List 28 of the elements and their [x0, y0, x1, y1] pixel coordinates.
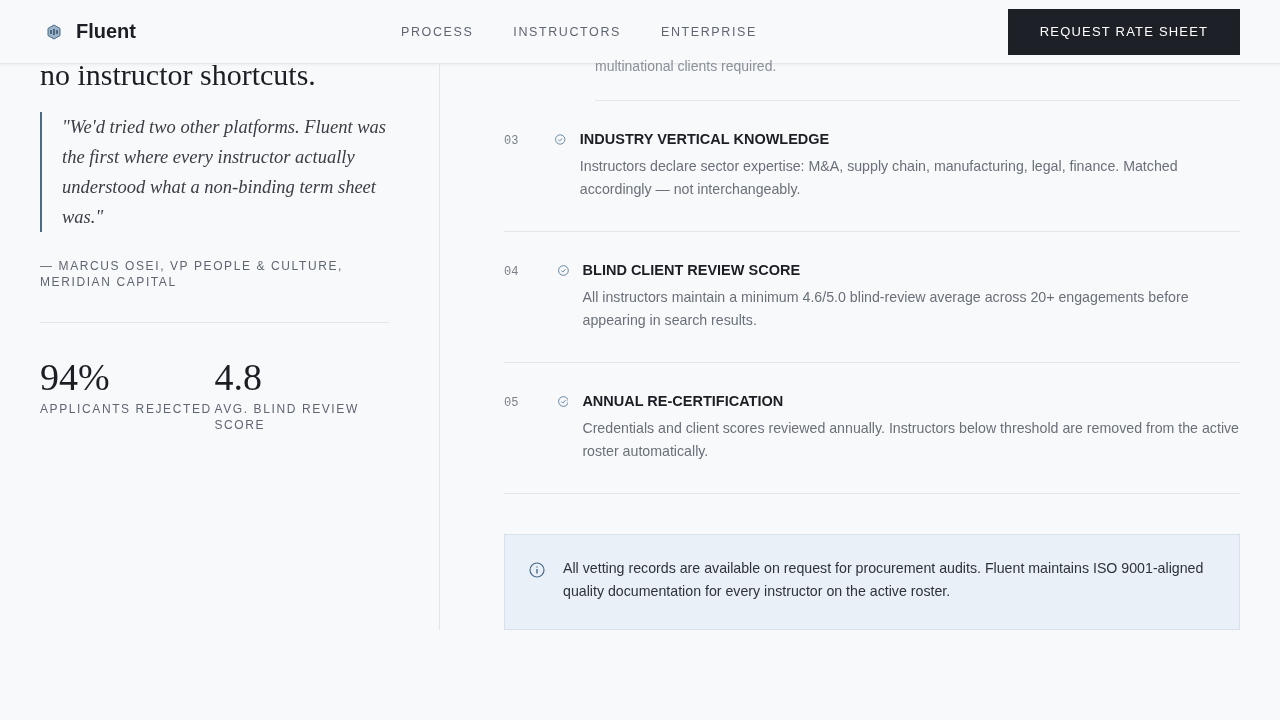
check-circle-icon — [557, 264, 569, 277]
step-description: Credentials and client scores reviewed annually. Instructors below threshold are removed from the active roster automatically. — [582, 419, 1240, 461]
quote-attribution: — MARCUS OSEI, VP PEOPLE & CULTURE, MERIDIAN CAPITAL — [40, 258, 389, 323]
section-heading: no instructor shortcuts. — [40, 58, 317, 92]
check-circle-icon — [557, 395, 569, 408]
check-circle-icon — [555, 133, 566, 146]
nav-link[interactable]: PROCESS — [401, 24, 474, 39]
info-icon — [529, 562, 545, 578]
step-number: 03 — [504, 133, 520, 148]
notice-text: All vetting records are available on request for procurement audits. Fluent maintains ISO 9001-aligned quality documentation for every instructor on the active roster. — [563, 559, 1205, 601]
stat-value: 4.8 — [214, 355, 263, 399]
stat-value: 94% — [40, 355, 111, 399]
step-number: 04 — [504, 264, 520, 279]
step-number: 05 — [504, 395, 520, 410]
logo-icon — [46, 23, 62, 40]
stat-label: AVG. BLIND REVIEW SCORE — [214, 401, 360, 433]
step-description: multinational clients required. — [595, 58, 1240, 101]
testimonial-quote: "We'd tried two other platforms. Fluent was the first where every instructor actually understood what a non-binding term sheet was." — [40, 112, 389, 232]
brand-name[interactable]: Fluent — [76, 20, 136, 43]
step-title: ANNUAL RE-CERTIFICATION — [582, 393, 785, 409]
request-rate-sheet-button[interactable]: REQUEST RATE SHEET — [1008, 8, 1240, 55]
step-title: BLIND CLIENT REVIEW SCORE — [582, 262, 802, 278]
step-description: Instructors declare sector expertise: M&A, supply chain, manufacturing, legal, finance. Matched accordingly — not interchangeably. — [579, 157, 1179, 199]
stat-label: APPLICANTS REJECTED — [40, 401, 213, 417]
nav-link[interactable]: ENTERPRISE — [661, 24, 757, 39]
step-title: INDUSTRY VERTICAL KNOWLEDGE — [579, 131, 831, 147]
step-description: All instructors maintain a minimum 4.6/5.0 blind-review average across 20+ engagements before appearing in search results. — [582, 288, 1190, 330]
nav-link[interactable]: INSTRUCTORS — [513, 24, 621, 39]
